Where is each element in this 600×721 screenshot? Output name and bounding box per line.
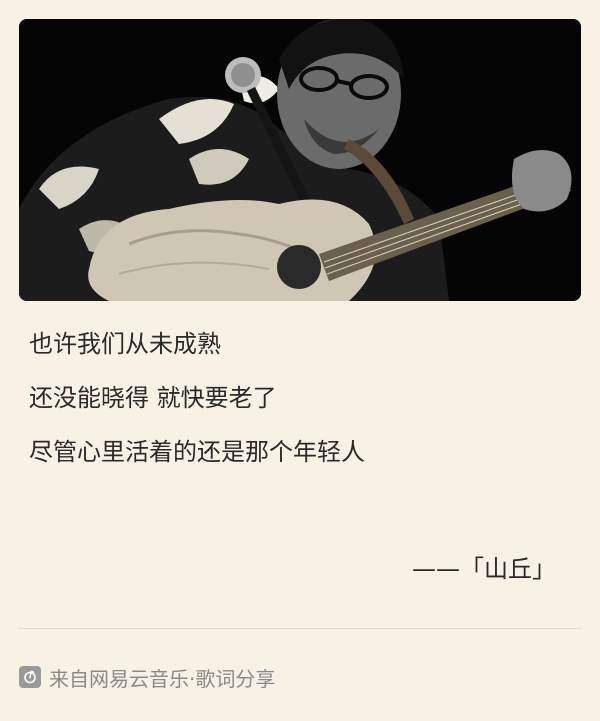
lyric-line-3: 尽管心里活着的还是那个年轻人 [29, 438, 365, 466]
footer-attribution: 来自网易云音乐·歌词分享 [49, 666, 276, 691]
singer-guitar-image [19, 19, 581, 301]
lyric-share-card: 也许我们从未成熟 还没能晓得 就快要老了 尽管心里活着的还是那个年轻人 ——「山… [0, 0, 600, 721]
footer: 来自网易云音乐·歌词分享 [19, 662, 275, 692]
netease-music-icon [19, 666, 41, 688]
netease-music-glyph [24, 670, 36, 684]
lyrics-block: 也许我们从未成熟 还没能晓得 就快要老了 尽管心里活着的还是那个年轻人 [29, 327, 569, 489]
divider [19, 628, 581, 629]
lyric-line-1: 也许我们从未成熟 [29, 330, 221, 358]
song-title: ——「山丘」 [412, 555, 556, 583]
singer-photo [19, 19, 581, 301]
lyric-line-2: 还没能晓得 就快要老了 [29, 384, 277, 412]
